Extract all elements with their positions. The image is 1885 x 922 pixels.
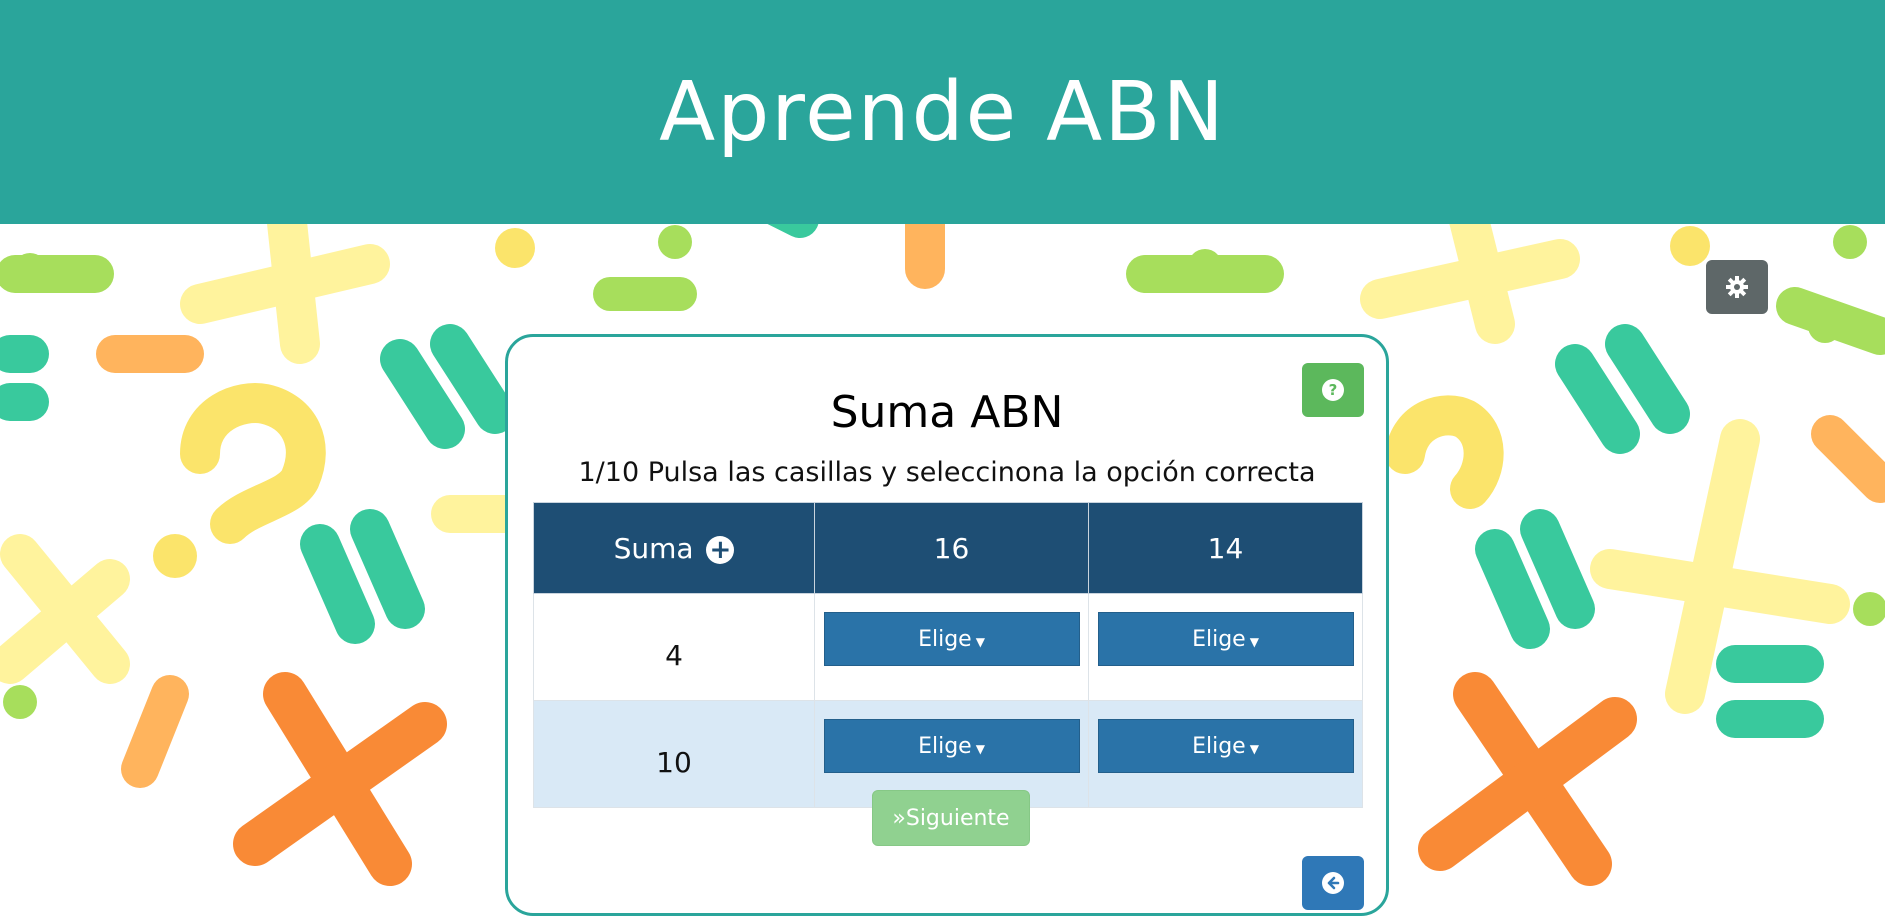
app-header: Aprende ABN: [0, 0, 1885, 224]
caret-down-icon: ▼: [1249, 634, 1259, 649]
corner-label: Suma: [613, 531, 694, 565]
table-cell: Elige ▼: [1088, 593, 1363, 701]
exercise-table: Suma + 16 14 4 Elige ▼ Elige ▼ 10 Elige …: [533, 502, 1363, 808]
table-cell: Elige ▼: [814, 593, 1089, 701]
dropdown-label: Elige: [1192, 626, 1246, 652]
table-row: 4 Elige ▼ Elige ▼: [533, 593, 1363, 701]
gear-icon: [1726, 276, 1748, 298]
choose-dropdown-button[interactable]: Elige ▼: [1097, 612, 1354, 666]
app-title: Aprende ABN: [659, 64, 1226, 160]
exercise-title: Suma ABN: [830, 387, 1064, 438]
choose-dropdown-button[interactable]: Elige ▼: [1097, 719, 1354, 773]
dropdown-label: Elige: [918, 626, 972, 652]
plus-circle-icon: +: [706, 535, 735, 564]
exercise-instructions: 1/10 Pulsa las casillas y seleccinona la…: [578, 457, 1316, 488]
exercise-card: ? Suma ABN 1/10 Pulsa las casillas y sel…: [505, 334, 1389, 916]
choose-dropdown-button[interactable]: Elige ▼: [823, 612, 1080, 666]
next-button-label: »Siguiente: [892, 805, 1010, 831]
caret-down-icon: ▼: [975, 741, 985, 756]
choose-dropdown-button[interactable]: Elige ▼: [823, 719, 1080, 773]
back-button[interactable]: [1302, 856, 1364, 910]
settings-button[interactable]: [1706, 260, 1768, 314]
column-header: 14: [1088, 502, 1363, 594]
dropdown-label: Elige: [1192, 733, 1246, 759]
arrow-left-circle-icon: [1322, 872, 1344, 894]
table-header-row: Suma + 16 14: [533, 502, 1363, 594]
table-cell: Elige ▼: [1088, 700, 1363, 808]
next-button[interactable]: »Siguiente: [872, 790, 1030, 846]
dropdown-label: Elige: [918, 733, 972, 759]
row-label: 10: [533, 700, 815, 808]
corner-header: Suma +: [533, 502, 815, 594]
row-label: 4: [533, 593, 815, 701]
caret-down-icon: ▼: [1249, 741, 1259, 756]
column-header: 16: [814, 502, 1089, 594]
caret-down-icon: ▼: [975, 634, 985, 649]
